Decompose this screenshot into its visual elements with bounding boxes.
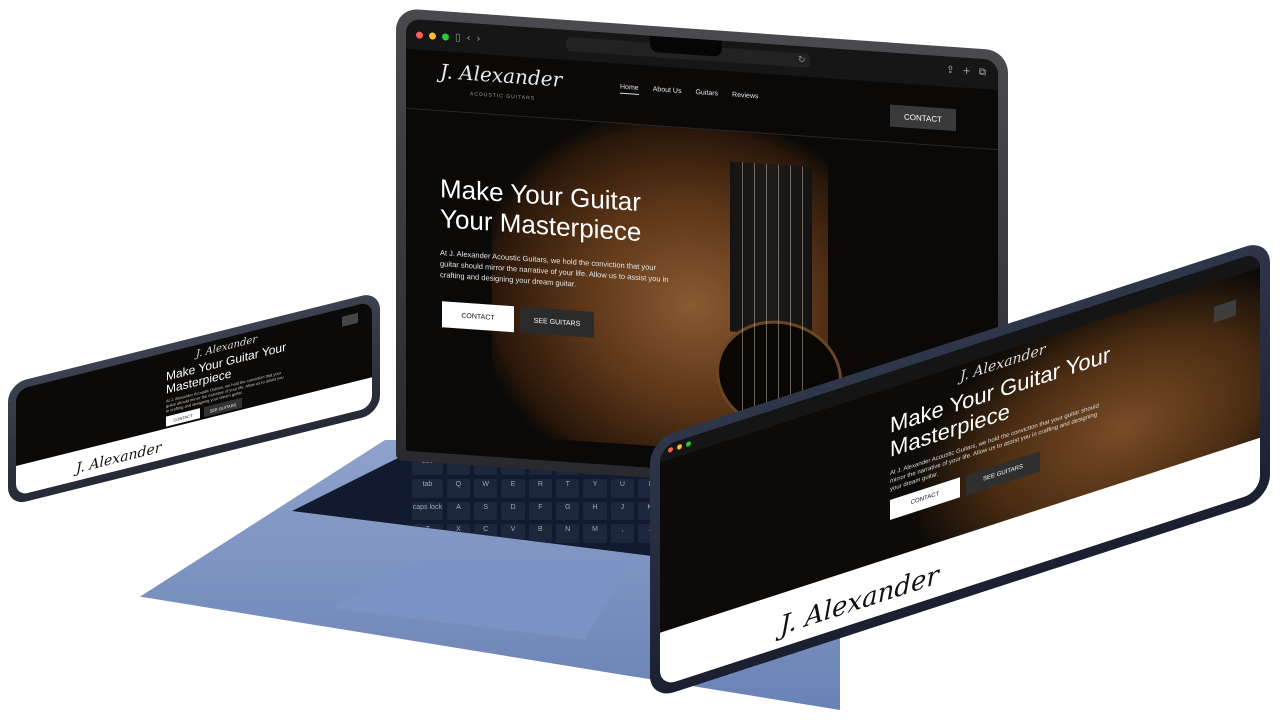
- keyboard-key: tab: [412, 478, 443, 498]
- keyboard-key: H: [583, 501, 607, 521]
- keyboard-key: E: [501, 478, 525, 498]
- hero-contact-button[interactable]: CONTACT: [442, 301, 514, 333]
- keyboard-key: A: [446, 501, 471, 521]
- phone-device: J. Alexander Make Your Guitar Your Maste…: [8, 291, 380, 506]
- back-icon[interactable]: ‹: [467, 32, 471, 43]
- keyboard-key: T: [556, 478, 580, 498]
- nav-item-about-us[interactable]: About Us: [653, 86, 682, 98]
- keyboard-key: R: [528, 478, 553, 498]
- nav-item-reviews[interactable]: Reviews: [732, 91, 758, 103]
- share-icon[interactable]: ⇪: [946, 64, 954, 76]
- site-logo[interactable]: J. Alexander: [440, 59, 562, 92]
- phone-screen: J. Alexander Make Your Guitar Your Maste…: [16, 301, 372, 497]
- phone-footer-logo: J. Alexander: [76, 439, 162, 478]
- keyboard-key: U: [610, 478, 635, 498]
- keyboard-key: D: [501, 501, 525, 521]
- see-guitars-button[interactable]: SEE GUITARS: [520, 306, 594, 338]
- keyboard-key: Q: [446, 478, 471, 498]
- keyboard-key: S: [474, 501, 498, 521]
- header-contact-button[interactable]: CONTACT: [890, 104, 956, 132]
- close-window-button[interactable]: [416, 30, 423, 39]
- tablet-zoom-dot[interactable]: [686, 440, 691, 448]
- keyboard-key: caps lock: [412, 501, 443, 521]
- keyboard-key: W: [474, 478, 498, 498]
- keyboard-key: M: [583, 524, 607, 544]
- tabs-icon[interactable]: ⧉: [979, 67, 986, 78]
- main-nav: Home About Us Guitars Reviews: [620, 83, 759, 104]
- zoom-window-button[interactable]: [442, 32, 449, 41]
- keyboard-key: F: [528, 501, 553, 521]
- hamburger-menu-icon[interactable]: [342, 312, 358, 327]
- keyboard-key: Y: [583, 478, 607, 498]
- keyboard-key: B: [528, 524, 553, 544]
- keyboard-key: G: [556, 501, 580, 521]
- sidebar-icon[interactable]: ▯: [455, 32, 461, 43]
- tablet-footer-logo: J. Alexander: [780, 560, 939, 642]
- nav-item-home[interactable]: Home: [620, 83, 639, 95]
- nav-item-guitars[interactable]: Guitars: [695, 89, 718, 101]
- reload-icon[interactable]: ↻: [798, 55, 806, 66]
- tablet-minimize-dot[interactable]: [677, 443, 682, 451]
- minimize-window-button[interactable]: [429, 31, 436, 40]
- keyboard-key: ,: [610, 524, 635, 544]
- keyboard-key: J: [610, 501, 635, 521]
- forward-icon[interactable]: ›: [477, 33, 481, 44]
- plus-icon[interactable]: +: [962, 66, 970, 78]
- keyboard-key: N: [556, 524, 580, 544]
- site-logo-tagline: ACOUSTIC GUITARS: [470, 91, 536, 102]
- tablet-close-dot[interactable]: [668, 446, 673, 454]
